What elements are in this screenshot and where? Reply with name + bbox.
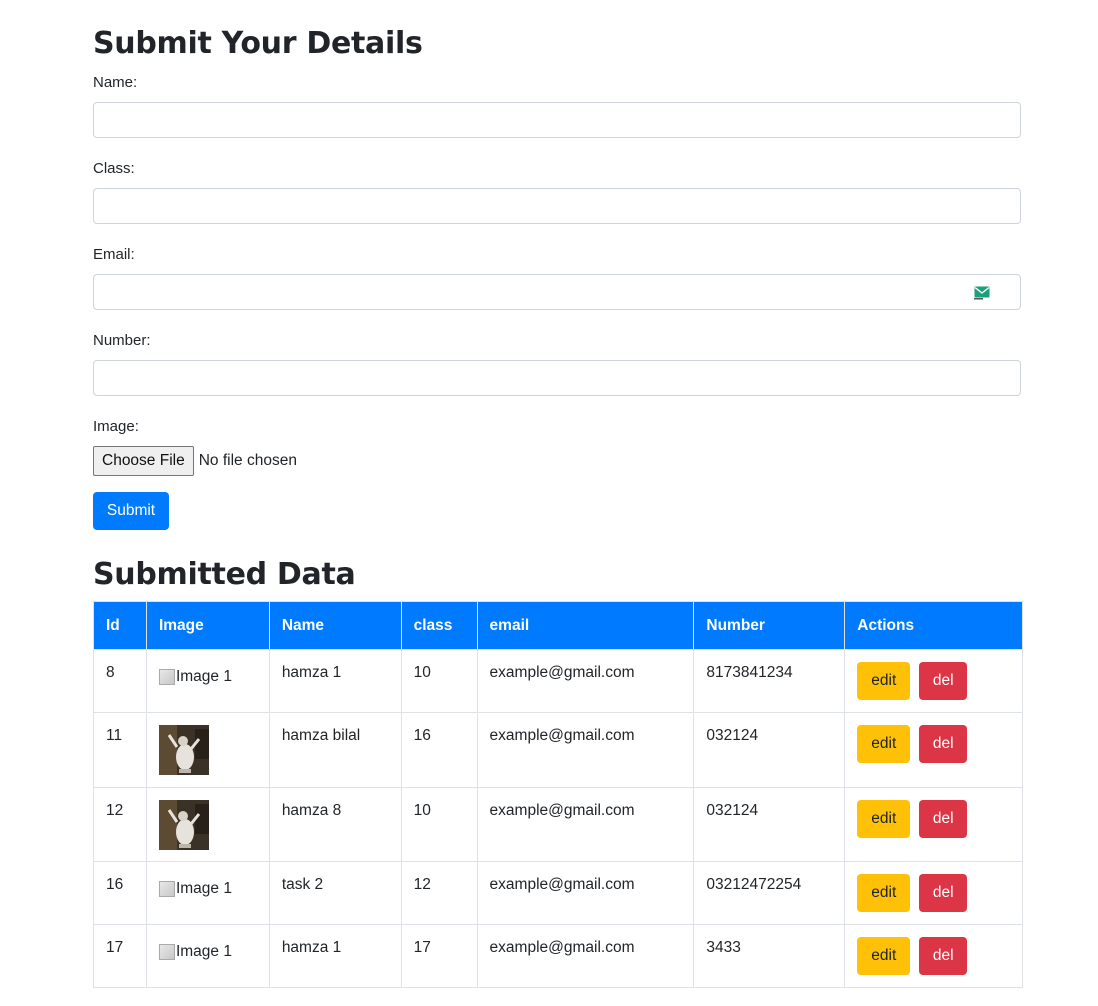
table-row: 8 Image 1 hamza 1 10 example@gmail.com 8… <box>93 649 1023 713</box>
delete-button[interactable]: del <box>919 800 968 838</box>
class-input[interactable] <box>93 188 1021 224</box>
cell-id: 16 <box>93 861 147 925</box>
table-header-row: Id Image Name class email Number Actions <box>93 601 1023 650</box>
delete-button[interactable]: del <box>919 937 968 975</box>
cell-number: 3433 <box>693 924 846 988</box>
email-label: Email: <box>93 246 135 263</box>
row-thumbnail-image <box>158 800 209 850</box>
cell-class: 12 <box>400 861 478 925</box>
submit-button[interactable]: Submit <box>93 492 169 530</box>
header-name: Name <box>268 601 402 650</box>
cell-actions: edit del <box>844 787 1023 862</box>
number-label: Number: <box>93 332 151 349</box>
header-actions: Actions <box>844 601 1023 650</box>
cell-actions: edit del <box>844 861 1023 925</box>
broken-image-icon: Image 1 <box>158 943 232 961</box>
header-class: class <box>400 601 478 650</box>
cell-email: example@gmail.com <box>476 712 695 788</box>
cell-image: Image 1 <box>145 924 270 988</box>
cell-id: 17 <box>93 924 147 988</box>
cell-email: example@gmail.com <box>476 924 695 988</box>
header-id: Id <box>93 601 147 650</box>
cell-name: hamza 8 <box>268 787 402 862</box>
choose-file-button[interactable]: Choose File <box>93 446 194 476</box>
cell-email: example@gmail.com <box>476 861 695 925</box>
table-row: 17 Image 1 hamza 1 17 example@gmail.com … <box>93 924 1023 988</box>
edit-button[interactable]: edit <box>857 874 911 912</box>
submitted-data-table: Id Image Name class email Number Actions… <box>93 601 1023 988</box>
cell-image <box>145 787 270 862</box>
name-input[interactable] <box>93 102 1021 138</box>
edit-button[interactable]: edit <box>857 937 911 975</box>
cell-name: hamza bilal <box>268 712 402 788</box>
file-status: No file chosen <box>198 452 297 469</box>
class-label: Class: <box>93 160 135 177</box>
number-input[interactable] <box>93 360 1021 396</box>
cell-actions: edit del <box>844 649 1023 713</box>
cell-class: 16 <box>400 712 478 788</box>
cell-id: 11 <box>93 712 147 788</box>
edit-button[interactable]: edit <box>857 725 911 763</box>
cell-number: 03212472254 <box>693 861 846 925</box>
table-row: 11 hamza bilal 16 example@gmail.com 0321… <box>93 712 1023 788</box>
cell-name: hamza 1 <box>268 924 402 988</box>
cell-class: 17 <box>400 924 478 988</box>
cell-actions: edit del <box>844 712 1023 788</box>
edit-button[interactable]: edit <box>857 800 911 838</box>
delete-button[interactable]: del <box>919 725 968 763</box>
cell-id: 8 <box>93 649 147 713</box>
table-row: 16 Image 1 task 2 12 example@gmail.com 0… <box>93 861 1023 925</box>
cell-class: 10 <box>400 649 478 713</box>
file-input[interactable]: Choose File No file chosen <box>93 446 297 476</box>
cell-number: 8173841234 <box>693 649 846 713</box>
cell-class: 10 <box>400 787 478 862</box>
cell-email: example@gmail.com <box>476 787 695 862</box>
delete-button[interactable]: del <box>919 874 968 912</box>
cell-name: hamza 1 <box>268 649 402 713</box>
table-row: 12 hamza 8 10 example@gmail.com 032124 e… <box>93 787 1023 862</box>
broken-image-icon: Image 1 <box>158 880 232 898</box>
cell-image: Image 1 <box>145 861 270 925</box>
delete-button[interactable]: del <box>919 662 968 700</box>
cell-image <box>145 712 270 788</box>
cell-number: 032124 <box>693 787 846 862</box>
edit-button[interactable]: edit <box>857 662 911 700</box>
cell-email: example@gmail.com <box>476 649 695 713</box>
form-title: Submit Your Details <box>93 26 423 61</box>
name-label: Name: <box>93 74 138 91</box>
broken-image-icon: Image 1 <box>158 668 232 686</box>
cell-name: task 2 <box>268 861 402 925</box>
header-image: Image <box>145 601 270 650</box>
cell-id: 12 <box>93 787 147 862</box>
table-title: Submitted Data <box>93 557 356 592</box>
email-input[interactable] <box>93 274 1021 310</box>
email-autofill-icon[interactable] <box>974 286 990 300</box>
cell-number: 032124 <box>693 712 846 788</box>
header-number: Number <box>693 601 846 650</box>
image-label: Image: <box>93 418 139 435</box>
row-thumbnail-image <box>158 725 209 775</box>
cell-actions: edit del <box>844 924 1023 988</box>
header-email: email <box>476 601 695 650</box>
cell-image: Image 1 <box>145 649 270 713</box>
